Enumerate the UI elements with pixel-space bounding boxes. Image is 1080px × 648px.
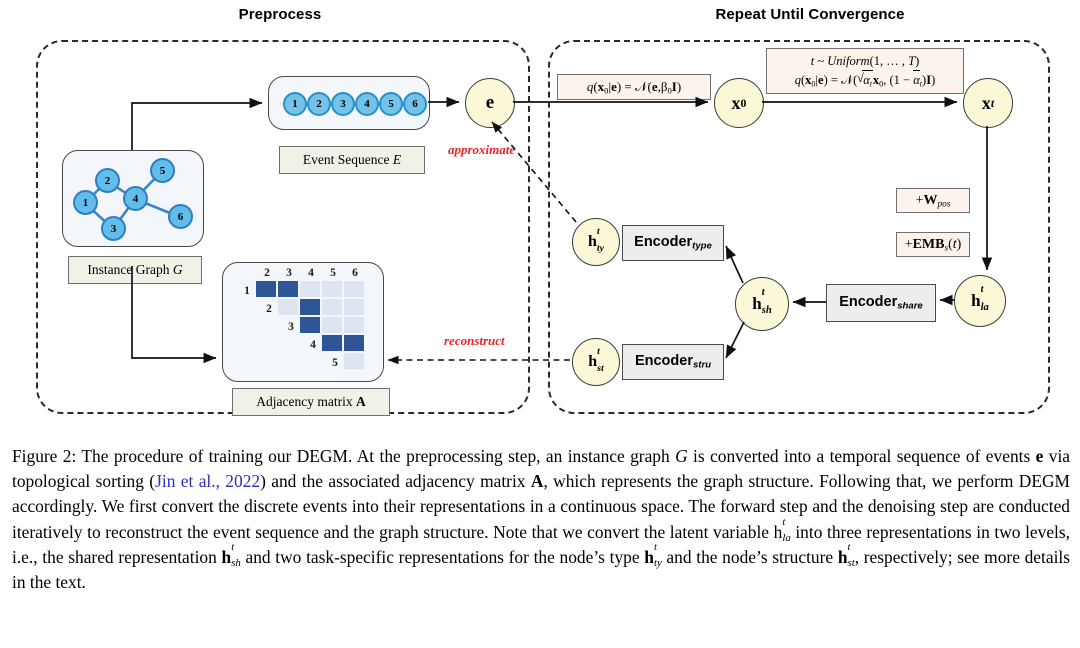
event-node-2: 2 (307, 92, 331, 116)
caption-citation-link[interactable]: Jin et al., 2022 (155, 471, 260, 491)
node-x0: x0 (714, 78, 764, 128)
matrix-col-label-5: 5 (330, 267, 336, 279)
matrix-cell-1-5 (322, 281, 342, 297)
matrix-cell-2-4 (300, 299, 320, 315)
encoder-stru-box: Encoderstru (622, 344, 724, 380)
matrix-cell-2-5 (322, 299, 342, 315)
matrix-cell-3-4 (300, 317, 320, 333)
node-h-sh: h t sh (735, 277, 789, 331)
caption-symbol-h-ty: h t ty (644, 541, 662, 570)
encoder-stru-subscript: stru (692, 359, 712, 371)
formula-t-uniform: t ~ Uniform(1, … , T) (810, 53, 920, 68)
matrix-cell-5-6 (344, 353, 364, 369)
matrix-cell-3-6 (344, 317, 364, 333)
node-xt: xt (963, 78, 1013, 128)
encoder-type-label: Encoder (634, 234, 693, 251)
node-e: e (465, 78, 515, 128)
event-node-6: 6 (403, 92, 427, 116)
label-reconstruct: reconstruct (444, 333, 505, 348)
node-h-st: h t st (572, 338, 620, 386)
label-approximate: approximate (448, 142, 516, 157)
node-h-ty: h t ty (572, 218, 620, 266)
encoder-share-label: Encoder (839, 294, 898, 311)
matrix-cell-3-5 (322, 317, 342, 333)
event-node-5: 5 (379, 92, 403, 116)
matrix-row-label-1: 1 (244, 285, 250, 297)
matrix-cell-1-6 (344, 281, 364, 297)
matrix-row-label-3: 3 (288, 321, 294, 333)
caption-part8: and the node’s structure (661, 546, 838, 567)
graph-node-4: 4 (123, 186, 148, 211)
encoder-stru-label: Encoder (634, 353, 693, 370)
event-node-1: 1 (283, 92, 307, 116)
matrix-cell-1-2 (256, 281, 276, 297)
caption-part4: ) and the associated adjacency matrix (260, 471, 531, 492)
caption-label: Figure 2: (12, 446, 77, 466)
encoder-type-subscript: type (692, 240, 712, 252)
figure-diagram: Preprocess Repeat Until Convergence 1 2 … (0, 0, 1080, 430)
matrix-row-label-4: 4 (310, 339, 316, 351)
caption-symbol-h-sh: h t sh (221, 541, 241, 570)
graph-node-2: 2 (95, 168, 120, 193)
matrix-col-label-2: 2 (264, 267, 270, 279)
matrix-cell-1-4 (300, 281, 320, 297)
matrix-cell-2-6 (344, 299, 364, 315)
caption-symbol-a: A (530, 471, 544, 492)
instance-graph-caption: Instance Graph G (68, 256, 202, 284)
figure-page: Preprocess Repeat Until Convergence 1 2 … (0, 0, 1080, 648)
matrix-row-label-5: 5 (332, 357, 338, 369)
caption-part1: The procedure of training our DEGM. At t… (76, 446, 676, 466)
caption-symbol-g: G (675, 446, 688, 466)
panel-title-preprocess: Preprocess (238, 6, 322, 23)
encoder-share-subscript: share (897, 300, 923, 312)
formula-w-pos: +Wpos (896, 188, 970, 213)
matrix-cell-2-3 (278, 299, 298, 315)
caption-symbol-h-st: h t st (837, 541, 855, 570)
event-sequence-caption: Event Sequence E (279, 146, 425, 174)
matrix-cell-4-6 (344, 335, 364, 351)
matrix-col-label-4: 4 (308, 267, 314, 279)
caption-symbol-h-la: h t la (773, 515, 791, 545)
encoder-type-box: Encodertype (622, 225, 724, 261)
graph-node-1: 1 (73, 190, 98, 215)
matrix-cell-4-5 (322, 335, 342, 351)
graph-node-6: 6 (168, 204, 193, 229)
event-node-3: 3 (331, 92, 355, 116)
figure-caption: Figure 2: The procedure of training our … (12, 444, 1070, 595)
graph-node-3: 3 (101, 216, 126, 241)
encoder-share-box: Encodershare (826, 284, 936, 322)
formula-emb-s: +EMBs(t) (896, 232, 970, 257)
caption-part2: is converted into a temporal sequence of… (687, 446, 1036, 466)
adjacency-matrix-caption: Adjacency matrix A (232, 388, 390, 416)
graph-node-5: 5 (150, 158, 175, 183)
event-node-4: 4 (355, 92, 379, 116)
matrix-row-label-2: 2 (266, 303, 272, 315)
node-h-la: h t la (954, 275, 1006, 327)
matrix-col-label-6: 6 (352, 267, 358, 279)
formula-q-x0-e: q(x0|e) = 𝒩(e,β0I) (557, 74, 711, 100)
matrix-col-label-3: 3 (286, 267, 292, 279)
matrix-cell-1-3 (278, 281, 298, 297)
caption-part7: and two task-specific representations fo… (240, 546, 645, 567)
formula-t-uniform-and-q-xt: t ~ Uniform(1, … , T) q(x0|e) = 𝒩(αtx0, … (766, 48, 964, 94)
panel-title-repeat: Repeat Until Convergence (715, 6, 905, 23)
formula-q-xt: q(x0|e) = 𝒩(αtx0, (1 − αt)I) (795, 69, 936, 90)
